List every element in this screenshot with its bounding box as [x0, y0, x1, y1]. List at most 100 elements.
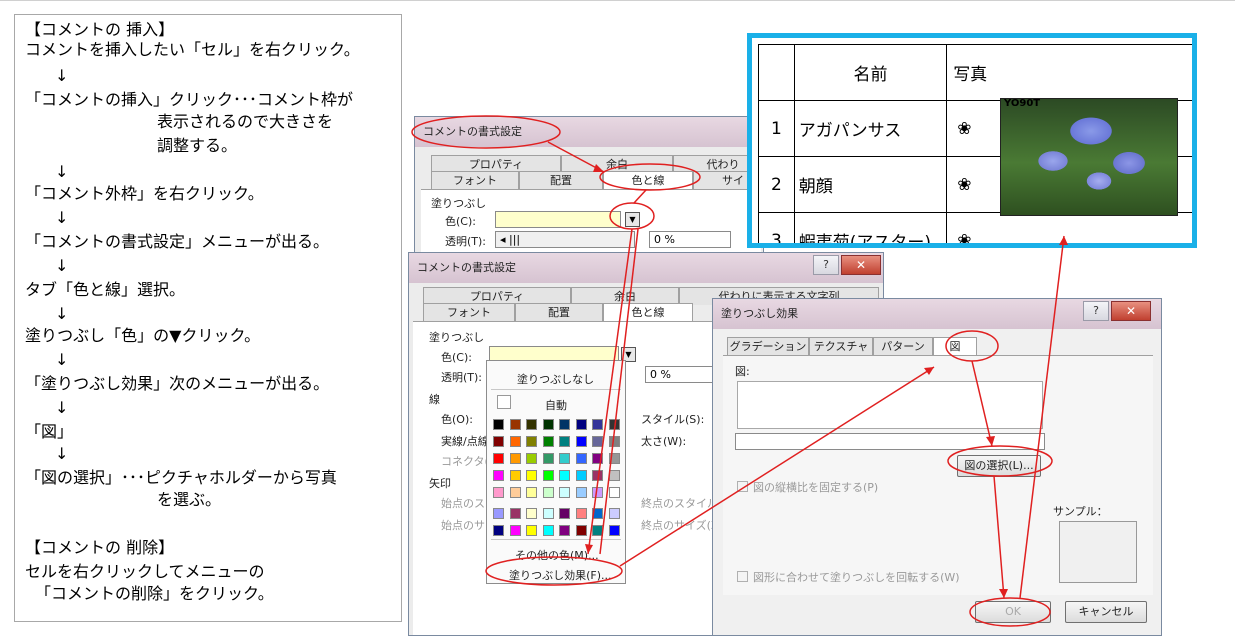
fill-color-select[interactable]: [495, 211, 621, 228]
delete-step-1: セルを右クリックしてメニューの: [25, 562, 265, 581]
color-swatch[interactable]: [493, 470, 504, 481]
color-swatch[interactable]: [608, 508, 620, 519]
color-swatch[interactable]: [542, 525, 554, 536]
color-swatch[interactable]: [509, 470, 521, 481]
lock-ratio-checkbox[interactable]: [737, 481, 748, 492]
help-button[interactable]: ?: [813, 255, 839, 275]
auto-swatch[interactable]: [497, 395, 511, 409]
tab-alignment[interactable]: 配置: [519, 171, 603, 189]
color-swatch[interactable]: [509, 525, 521, 536]
color-swatch[interactable]: [509, 453, 521, 464]
color-swatch[interactable]: [608, 470, 620, 481]
select-picture-button[interactable]: 図の選択(L)...: [957, 455, 1041, 477]
color-swatch[interactable]: [575, 453, 587, 464]
table-example-panel: 名前 写真 1 アガパンサス ❀ 2 朝顔 ❀ 3 蝦夷菊(アスター) ❀ YO…: [747, 33, 1197, 248]
color-swatch[interactable]: [509, 419, 521, 430]
color-swatch[interactable]: [559, 436, 570, 447]
cancel-button[interactable]: キャンセル: [1065, 601, 1147, 623]
color-swatch[interactable]: [575, 470, 587, 481]
color-swatch[interactable]: [526, 487, 537, 498]
color-swatch[interactable]: [592, 470, 603, 481]
color-swatch[interactable]: [493, 453, 504, 464]
transparency-input[interactable]: 0 %: [649, 231, 731, 248]
header-photo: 写真: [946, 44, 1192, 101]
arrow-down-icon: ↓: [55, 350, 69, 369]
color-palette-dropdown: 塗りつぶしなし 自動 その他の色(M)... 塗りつぶし効果(F)...: [486, 360, 626, 584]
tab-font[interactable]: フォント: [431, 171, 519, 189]
table-row[interactable]: 3 蝦夷菊(アスター) ❀: [758, 212, 1192, 243]
color-swatch[interactable]: [592, 419, 603, 430]
color-swatch[interactable]: [608, 525, 620, 536]
color-swatch[interactable]: [592, 453, 603, 464]
color-swatch[interactable]: [493, 436, 504, 447]
color-swatch[interactable]: [542, 487, 554, 498]
color-swatch[interactable]: [592, 525, 603, 536]
delete-step-2: 「コメントの削除」をクリック。: [35, 584, 274, 603]
color-swatch[interactable]: [559, 525, 570, 536]
arrow-down-icon: ↓: [55, 398, 69, 417]
color-swatch[interactable]: [559, 508, 570, 519]
arrow-section-label: 矢印: [429, 477, 451, 490]
color-swatch[interactable]: [575, 419, 587, 430]
color-swatch[interactable]: [526, 436, 537, 447]
color-swatch[interactable]: [509, 508, 521, 519]
comment-photo[interactable]: [1000, 98, 1178, 216]
tab-picture[interactable]: 図: [933, 337, 977, 355]
color-swatch[interactable]: [575, 508, 587, 519]
color-swatch[interactable]: [542, 419, 554, 430]
tab-texture[interactable]: テクスチャ: [809, 337, 873, 355]
tab-font[interactable]: フォント: [423, 303, 515, 321]
color-swatch[interactable]: [608, 436, 620, 447]
tab-pattern[interactable]: パターン: [873, 337, 933, 355]
ok-button[interactable]: OK: [975, 601, 1051, 623]
color-swatch[interactable]: [493, 487, 504, 498]
color-swatch[interactable]: [526, 508, 537, 519]
color-swatch[interactable]: [526, 470, 537, 481]
color-swatch[interactable]: [493, 508, 504, 519]
color-swatch[interactable]: [526, 525, 537, 536]
color-swatch[interactable]: [608, 419, 620, 430]
color-swatch[interactable]: [526, 419, 537, 430]
help-button[interactable]: ?: [1083, 301, 1109, 321]
more-colors-option[interactable]: その他の色(M)...: [515, 547, 599, 563]
no-fill-option[interactable]: 塗りつぶしなし: [517, 371, 594, 387]
color-swatch[interactable]: [575, 436, 587, 447]
color-swatch[interactable]: [608, 487, 620, 498]
header-no: [758, 44, 795, 101]
tab-gradient[interactable]: グラデーション: [727, 337, 809, 355]
color-swatch[interactable]: [592, 436, 603, 447]
color-swatch[interactable]: [608, 453, 620, 464]
color-swatch[interactable]: [559, 470, 570, 481]
rotate-fill-checkbox[interactable]: [737, 571, 748, 582]
step-8: 「図」: [25, 422, 74, 441]
fill-effects-option[interactable]: 塗りつぶし効果(F)...: [509, 567, 612, 583]
transparency-slider[interactable]: ◂ |||: [495, 231, 635, 248]
delete-title: 【コメントの 削除】: [25, 538, 175, 557]
color-swatch[interactable]: [509, 487, 521, 498]
tab-alignment[interactable]: 配置: [515, 303, 603, 321]
comment-marker-icon[interactable]: ❀: [946, 212, 1192, 243]
color-swatch[interactable]: [559, 487, 570, 498]
color-swatch[interactable]: [559, 419, 570, 430]
color-swatch[interactable]: [559, 453, 570, 464]
chevron-down-icon[interactable]: ▼: [625, 212, 640, 227]
color-swatch[interactable]: [526, 453, 537, 464]
color-swatch[interactable]: [542, 470, 554, 481]
color-swatch[interactable]: [493, 525, 504, 536]
color-swatch[interactable]: [575, 525, 587, 536]
color-swatch[interactable]: [493, 419, 504, 430]
tab-colors-lines[interactable]: 色と線: [603, 303, 693, 321]
color-swatch[interactable]: [542, 508, 554, 519]
color-swatch[interactable]: [592, 508, 603, 519]
color-swatch[interactable]: [542, 453, 554, 464]
color-label: 色(C):: [445, 215, 476, 228]
tab-colors-lines[interactable]: 色と線: [603, 171, 693, 189]
close-button[interactable]: ✕: [1111, 301, 1151, 321]
color-swatch[interactable]: [575, 487, 587, 498]
close-button[interactable]: ✕: [841, 255, 881, 275]
color-swatch[interactable]: [509, 436, 521, 447]
auto-option[interactable]: 自動: [545, 397, 567, 413]
sample-preview: [1059, 521, 1137, 583]
color-swatch[interactable]: [592, 487, 603, 498]
color-swatch[interactable]: [542, 436, 554, 447]
